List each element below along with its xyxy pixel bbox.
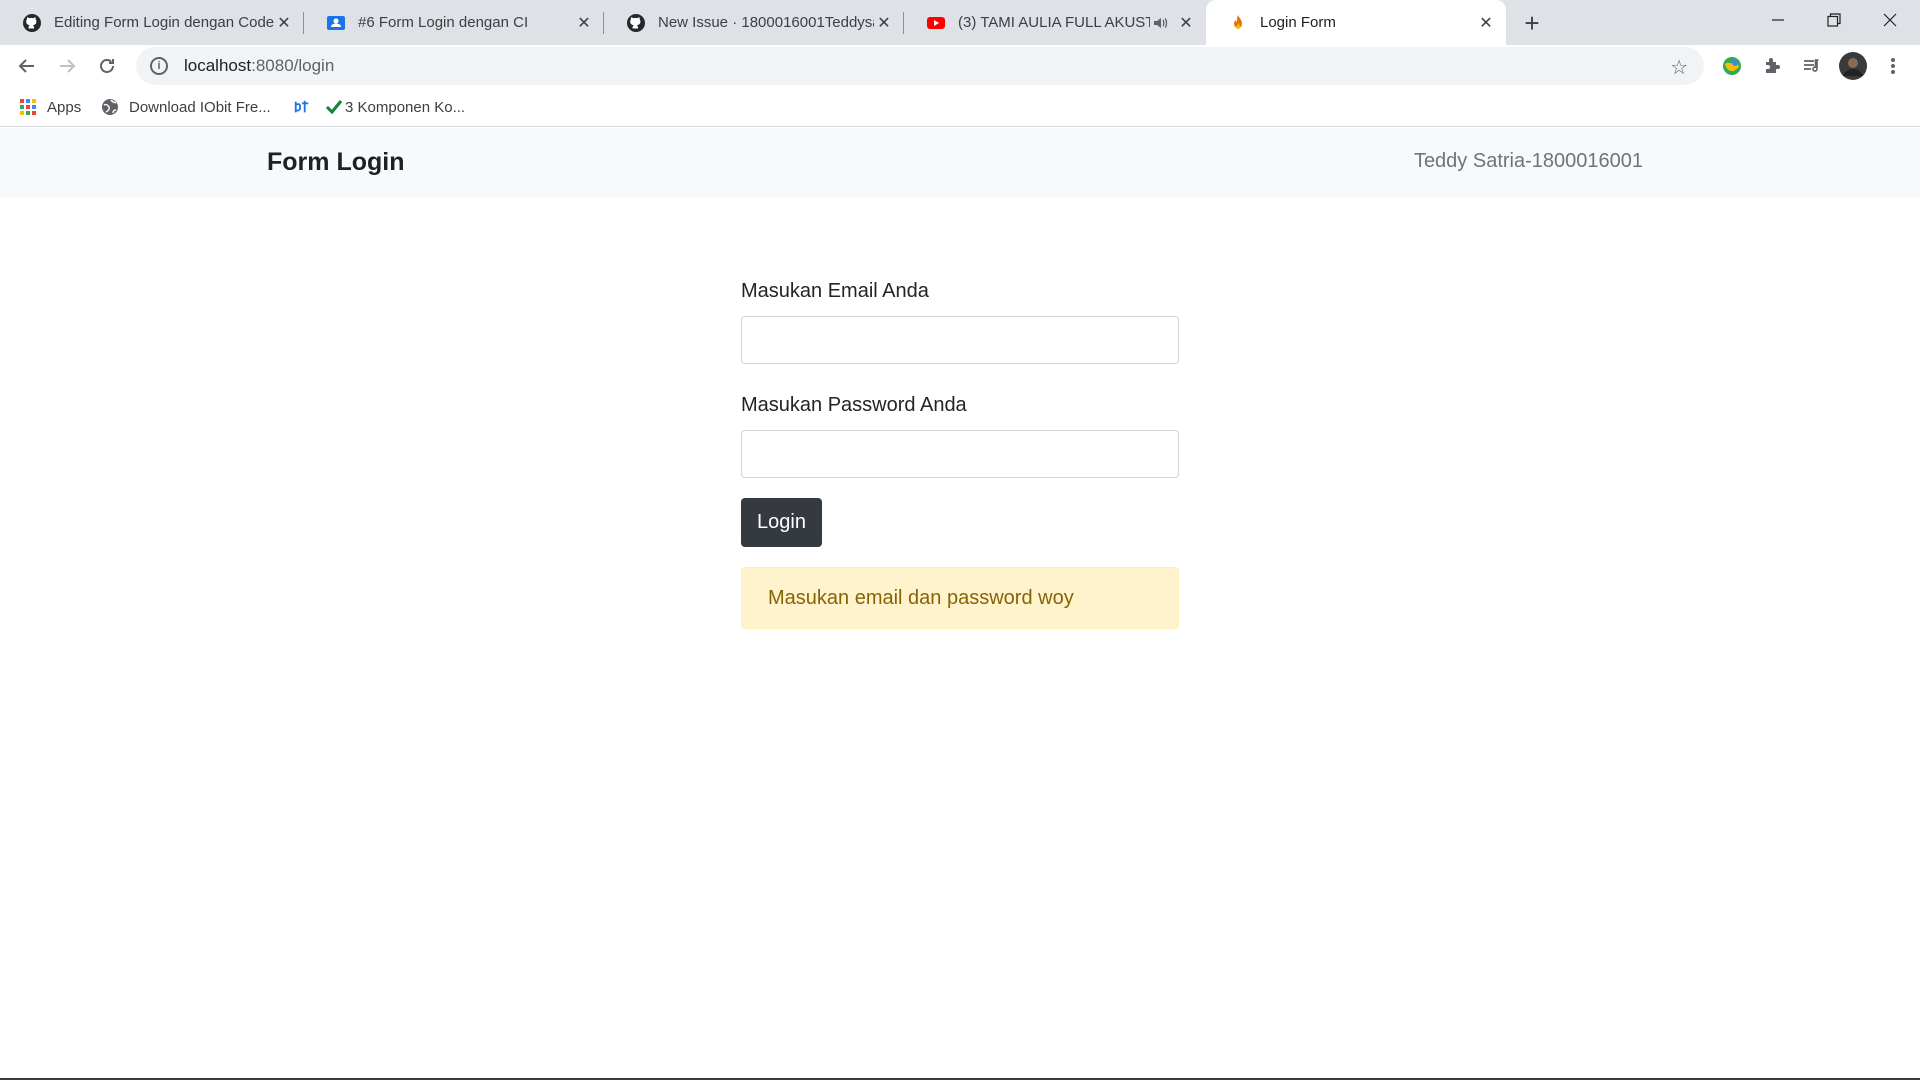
- close-icon[interactable]: ✕: [874, 13, 894, 33]
- brand-logo-icon: [293, 98, 311, 116]
- login-form: Masukan Email Anda Masukan Password Anda…: [741, 280, 1179, 629]
- avatar[interactable]: [1839, 52, 1867, 80]
- bookmark-label: 3 Komponen Ko...: [345, 98, 466, 116]
- github-icon: [22, 13, 42, 33]
- tab-title: (3) TAMI AULIA FULL AKUSTI: [958, 14, 1150, 31]
- warning-alert: Masukan email dan password woy: [741, 567, 1179, 629]
- extensions-puzzle-icon[interactable]: [1759, 53, 1785, 79]
- tab-classroom[interactable]: #6 Form Login dengan CI ✕: [304, 0, 604, 45]
- browser-toolbar: i localhost:8080/login ☆: [0, 45, 1920, 87]
- login-button[interactable]: Login: [741, 498, 822, 547]
- email-field[interactable]: [741, 316, 1179, 364]
- tab-title: Editing Form Login dengan Code: [54, 14, 274, 31]
- speaker-icon[interactable]: [1150, 13, 1170, 33]
- forward-arrow-icon[interactable]: [52, 51, 82, 81]
- globe-icon: [101, 98, 119, 116]
- url-text[interactable]: localhost:8080/login: [184, 56, 334, 76]
- navbar-brand[interactable]: Form Login: [267, 148, 404, 177]
- github-icon: [626, 13, 646, 33]
- address-bar[interactable]: i localhost:8080/login ☆: [136, 47, 1704, 85]
- kebab-menu-icon[interactable]: [1880, 53, 1906, 79]
- tab-github-editing[interactable]: Editing Form Login dengan Code ✕: [0, 0, 304, 45]
- navbar: Form Login Teddy Satria-1800016001: [0, 128, 1920, 198]
- tab-title: Login Form: [1260, 14, 1336, 31]
- restore-icon[interactable]: [1806, 0, 1862, 40]
- tab-login-form[interactable]: Login Form ✕: [1206, 0, 1506, 45]
- close-icon[interactable]: ✕: [274, 13, 294, 33]
- apps-grid-icon: [19, 98, 37, 116]
- bookmark-apps[interactable]: Apps: [19, 95, 81, 119]
- password-field[interactable]: [741, 430, 1179, 478]
- bookmark-iobit[interactable]: Download IObit Fre...: [101, 95, 271, 119]
- tab-strip: Editing Form Login dengan Code ✕ #6 Form…: [0, 0, 1920, 45]
- new-tab-button[interactable]: +: [1517, 8, 1547, 38]
- tab-title: #6 Form Login dengan CI: [358, 14, 529, 31]
- flame-icon: [1228, 13, 1248, 33]
- close-icon[interactable]: ✕: [574, 13, 594, 33]
- close-icon[interactable]: ✕: [1476, 13, 1496, 33]
- back-arrow-icon[interactable]: [12, 51, 42, 81]
- bookmark-star-icon[interactable]: ☆: [1670, 55, 1688, 80]
- media-queue-icon[interactable]: [1799, 53, 1825, 79]
- user-info-text: Teddy Satria-1800016001: [1413, 150, 1643, 172]
- bookmark-label: Apps: [47, 98, 82, 116]
- bookmark-komponen[interactable]: 3 Komponen Ko...: [325, 95, 465, 119]
- email-label: Masukan Email Anda: [741, 280, 929, 302]
- reload-icon[interactable]: [92, 51, 122, 81]
- window-close-icon[interactable]: [1862, 0, 1918, 40]
- password-label: Masukan Password Anda: [741, 394, 967, 416]
- minimize-icon[interactable]: [1750, 0, 1806, 40]
- checkmark-icon: [325, 98, 343, 116]
- tab-github-issue[interactable]: New Issue · 1800016001Teddysat ✕: [604, 0, 904, 45]
- tab-youtube[interactable]: (3) TAMI AULIA FULL AKUSTI ✕: [904, 0, 1206, 45]
- bookmarks-bar: Apps Download IObit Fre... 3 Komponen Ko…: [0, 87, 1920, 127]
- bookmark-label: Download IObit Fre...: [129, 98, 271, 116]
- classroom-icon: [326, 13, 346, 33]
- info-icon[interactable]: i: [150, 57, 168, 75]
- youtube-icon: [926, 13, 946, 33]
- close-icon[interactable]: ✕: [1176, 13, 1196, 33]
- tab-title: New Issue · 1800016001Teddysat: [658, 14, 874, 31]
- extension-globe-icon[interactable]: [1719, 53, 1745, 79]
- page-content: Form Login Teddy Satria-1800016001 Masuk…: [0, 128, 1920, 1080]
- bookmark-brand[interactable]: [293, 95, 321, 119]
